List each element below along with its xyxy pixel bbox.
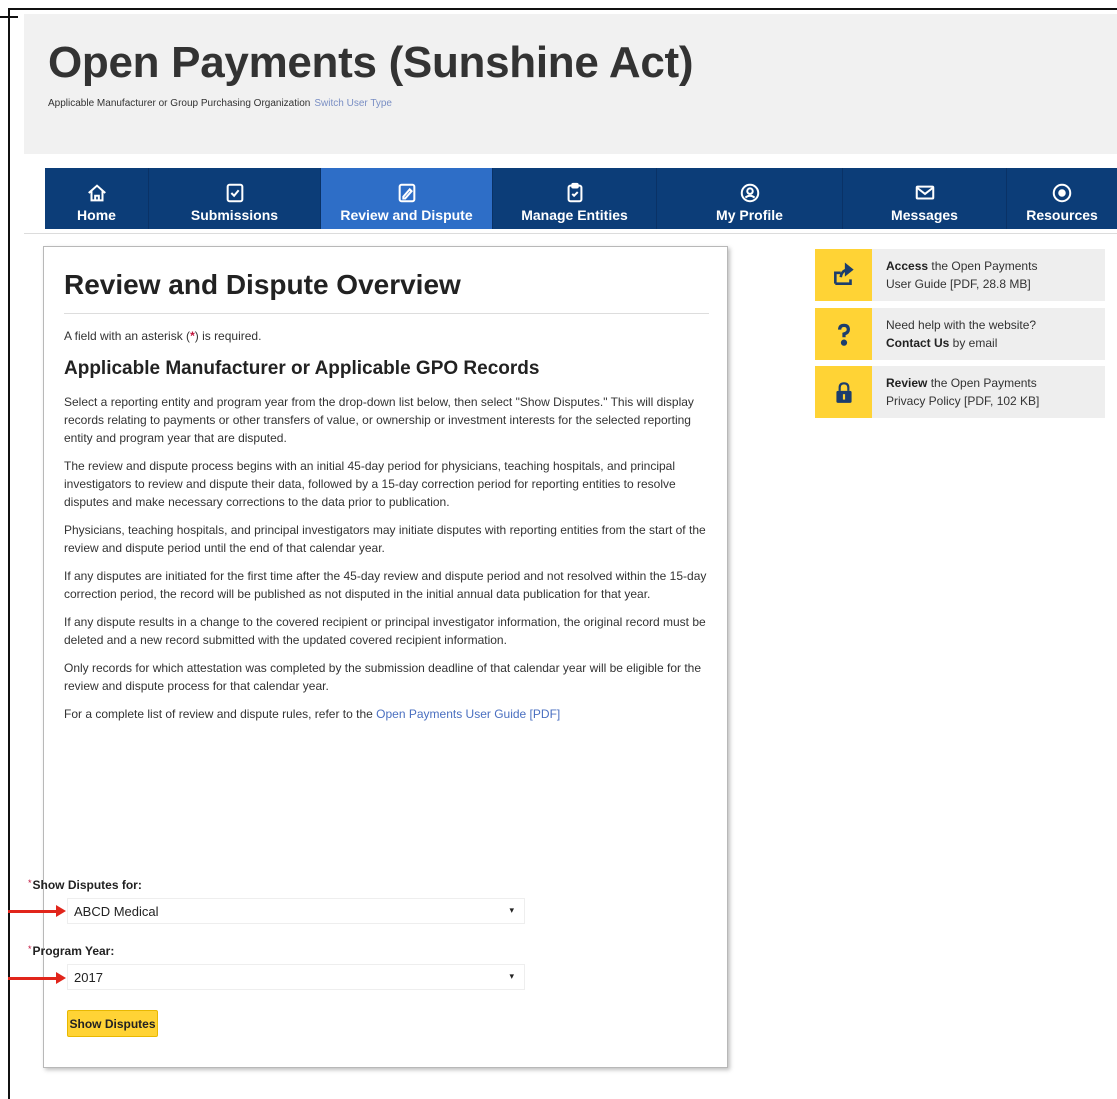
home-icon xyxy=(87,184,106,202)
clipboard-icon xyxy=(567,182,582,203)
instruction-paragraph: Select a reporting entity and program ye… xyxy=(64,395,694,445)
nav-review-label: Review and Dispute xyxy=(340,207,473,223)
required-note: A field with an asterisk (*) is required… xyxy=(64,329,261,343)
contact-us-card[interactable]: Need help with the website? Contact Us b… xyxy=(815,308,1105,360)
nav-divider xyxy=(24,233,1117,234)
page-title: Review and Dispute Overview xyxy=(64,269,461,300)
contact-us-line1: Need help with the website? xyxy=(886,318,1037,332)
switch-user-type-link[interactable]: Switch User Type xyxy=(314,98,392,109)
annotation-arrow xyxy=(8,905,66,917)
instruction-paragraph: If any disputes are initiated for the fi… xyxy=(64,569,707,601)
program-year-select[interactable]: 2017 ▾ xyxy=(67,964,525,990)
nav-manage-entities-label: Manage Entities xyxy=(521,207,628,223)
nav-manage-entities[interactable]: Manage Entities xyxy=(493,168,657,229)
chevron-down-icon: ▾ xyxy=(509,971,514,981)
user-icon xyxy=(740,183,759,203)
user-guide-card[interactable]: Access the Open Payments User Guide [PDF… xyxy=(815,249,1105,301)
program-year-label: *Program Year: xyxy=(28,944,114,958)
contact-us-bold: Contact Us xyxy=(886,336,950,350)
nav-submissions[interactable]: Submissions xyxy=(149,168,321,229)
main-nav: Home Submissions Review and Dispute Mana… xyxy=(45,168,1117,229)
rules-text: For a complete list of review and disput… xyxy=(64,707,377,721)
nav-home[interactable]: Home xyxy=(45,168,149,229)
envelope-icon xyxy=(915,185,934,200)
user-type-text: Applicable Manufacturer or Group Purchas… xyxy=(48,98,311,109)
rules-paragraph: For a complete list of review and disput… xyxy=(64,705,714,723)
gear-icon xyxy=(1052,183,1072,203)
required-note-pre: A field with an asterisk ( xyxy=(64,329,191,343)
show-disputes-label: *Show Disputes for: xyxy=(28,878,142,892)
nav-messages[interactable]: Messages xyxy=(843,168,1007,229)
privacy-policy-text: Review the Open Payments Privacy Policy … xyxy=(886,374,1101,410)
question-icon xyxy=(815,308,872,360)
edit-icon xyxy=(398,183,415,203)
nav-my-profile[interactable]: My Profile xyxy=(657,168,843,229)
title-divider xyxy=(64,313,709,314)
instructions: Select a reporting entity and program ye… xyxy=(64,393,714,733)
program-year-asterisk: * xyxy=(28,944,32,954)
nav-resources[interactable]: Resources xyxy=(1007,168,1117,229)
user-type-line: Applicable Manufacturer or Group Purchas… xyxy=(48,98,392,109)
show-disputes-select[interactable]: ABCD Medical ▾ xyxy=(67,898,525,924)
show-disputes-label-text: Show Disputes for: xyxy=(32,878,142,892)
nav-messages-label: Messages xyxy=(891,207,958,223)
user-guide-link[interactable]: Open Payments User Guide [PDF] xyxy=(376,707,560,721)
privacy-policy-line2: Privacy Policy [PDF, 102 KB] xyxy=(886,394,1040,408)
instruction-paragraph: The review and dispute process begins wi… xyxy=(64,459,676,509)
share-arrow-icon xyxy=(815,249,872,301)
program-year-value: 2017 xyxy=(74,970,103,985)
show-disputes-asterisk: * xyxy=(28,878,32,888)
frame-corner-tick xyxy=(0,16,18,18)
nav-home-label: Home xyxy=(77,207,116,223)
show-disputes-button[interactable]: Show Disputes xyxy=(67,1010,158,1037)
show-disputes-value: ABCD Medical xyxy=(74,904,159,919)
user-guide-bold: Access xyxy=(886,259,929,273)
required-note-post: ) is required. xyxy=(194,329,262,343)
lock-icon xyxy=(815,366,872,418)
records-heading: Applicable Manufacturer or Applicable GP… xyxy=(64,358,540,379)
contact-us-text: Need help with the website? Contact Us b… xyxy=(886,316,1101,352)
privacy-policy-card[interactable]: Review the Open Payments Privacy Policy … xyxy=(815,366,1105,418)
instruction-paragraph: Only records for which attestation was c… xyxy=(64,661,702,693)
nav-review-and-dispute[interactable]: Review and Dispute xyxy=(321,168,493,229)
user-guide-line2: User Guide [PDF, 28.8 MB] xyxy=(886,277,1031,291)
user-guide-text: Access the Open Payments User Guide [PDF… xyxy=(886,257,1101,293)
instruction-paragraph: If any dispute results in a change to th… xyxy=(64,615,706,647)
site-title: Open Payments (Sunshine Act) xyxy=(48,38,694,87)
chevron-down-icon: ▾ xyxy=(509,905,514,915)
program-year-label-text: Program Year: xyxy=(32,944,115,958)
nav-submissions-label: Submissions xyxy=(190,207,279,223)
instruction-paragraph: Physicians, teaching hospitals, and prin… xyxy=(64,523,706,555)
privacy-policy-line1: the Open Payments xyxy=(927,376,1037,390)
annotation-arrow xyxy=(8,972,66,984)
review-dispute-panel: Review and Dispute Overview A field with… xyxy=(43,246,728,1068)
checklist-icon xyxy=(226,183,243,203)
nav-my-profile-label: My Profile xyxy=(716,207,783,223)
privacy-policy-bold: Review xyxy=(886,376,928,390)
user-guide-line1: the Open Payments xyxy=(928,259,1038,273)
contact-us-line2: by email xyxy=(949,336,998,350)
nav-resources-label: Resources xyxy=(1026,207,1098,223)
